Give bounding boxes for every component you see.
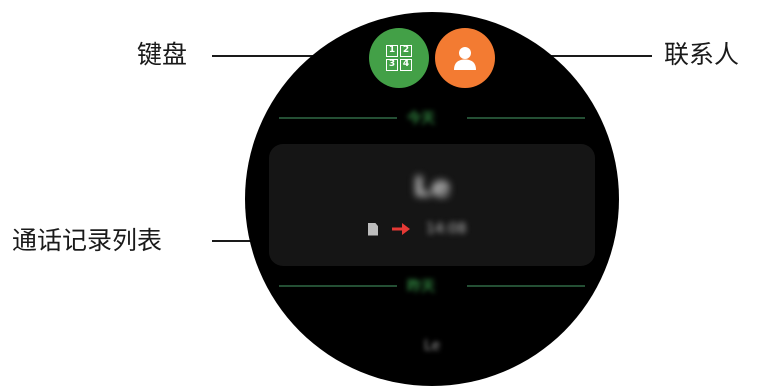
call-log-callout-label: 通话记录列表: [12, 226, 163, 255]
contacts-button[interactable]: [435, 28, 495, 88]
watch-screen: 1 2 3 4 今天 Le 14:08 昨天 Le: [245, 12, 619, 386]
keypad-key-3: 3: [386, 59, 398, 71]
call-log-entry[interactable]: [269, 144, 595, 266]
outgoing-arrow-icon: [392, 223, 410, 235]
person-icon: [454, 47, 476, 70]
section-divider-line: [467, 285, 585, 287]
section-date-today: 今天: [407, 111, 435, 127]
contacts-callout-label: 联系人: [664, 40, 740, 69]
keypad-callout-label: 键盘: [137, 40, 188, 69]
call-log-entry-next[interactable]: Le: [245, 338, 619, 354]
keypad-key-2: 2: [400, 45, 412, 57]
section-divider-line: [279, 117, 397, 119]
keypad-button[interactable]: 1 2 3 4: [369, 28, 429, 88]
call-time: 14:08: [426, 221, 467, 237]
section-date-yesterday: 昨天: [407, 279, 435, 295]
call-meta-row: 14:08: [368, 219, 466, 239]
section-divider-line: [467, 117, 585, 119]
section-divider-line: [279, 285, 397, 287]
keypad-key-4: 4: [400, 59, 412, 71]
caller-name: Le: [413, 170, 451, 203]
keypad-icon: 1 2 3 4: [386, 45, 412, 71]
sim-card-icon: [368, 222, 378, 236]
keypad-key-1: 1: [386, 45, 398, 57]
